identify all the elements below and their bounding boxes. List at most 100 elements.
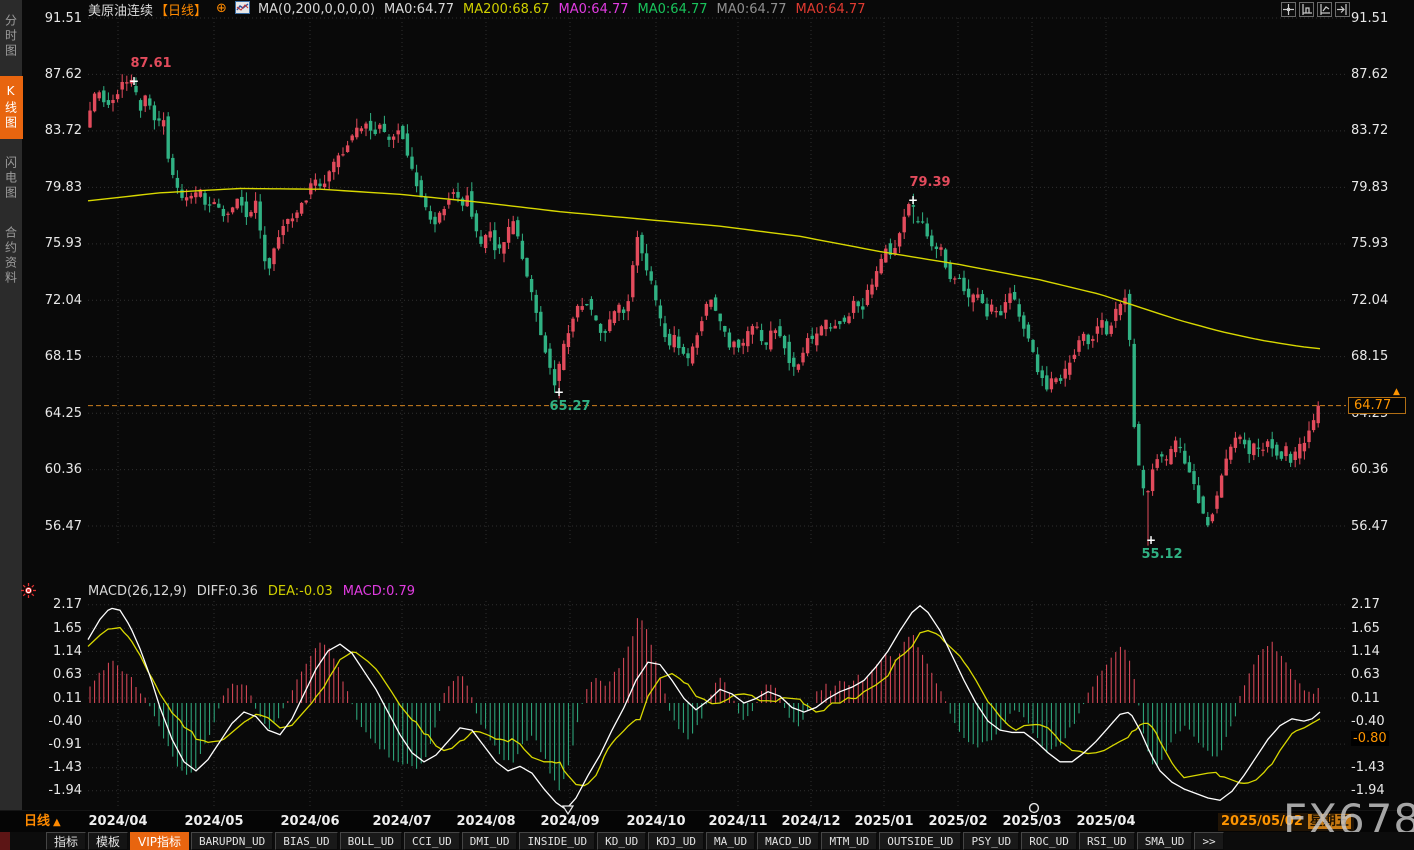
axis-tick: 72.04 [1351,293,1388,308]
sidebar-item-kline-chart[interactable]: K线图 [0,76,23,139]
macd-current-value-chip: -0.80 [1351,731,1389,746]
month-label: 2024/11 [706,811,770,833]
toolbar-tab-0[interactable]: 指标 [46,832,86,850]
axis-tick: 56.47 [1351,519,1388,534]
toolbar-tab-1[interactable]: 模板 [88,832,128,850]
month-label: 2024/05 [182,811,246,833]
sidebar-item-contract-info[interactable]: 合约资料 [0,218,23,294]
timeline[interactable]: 日线▲ 2024/04 2024/05 2024/06 2024/07 2024/08 2… [0,810,1414,832]
sidebar: 分时图 K线图闪电图合约资料 [0,0,22,810]
macd-header-seg-2: DEA:-0.03 [268,584,333,599]
price-annotation: 55.12 [1130,547,1194,562]
indicator-button-kd_ud[interactable]: KD_UD [597,832,646,850]
indicator-button-macd_ud[interactable]: MACD_UD [757,832,819,850]
axis-tick: 0.11 [1351,691,1380,706]
chart-canvas[interactable] [0,0,1414,850]
macd-header-seg-0: MACD(26,12,9) [88,584,187,599]
toolbar-tab-2[interactable]: VIP指标 [130,832,189,850]
extreme-cross-marker: + [129,76,139,86]
add-indicator-icon[interactable]: ⊕ [216,2,227,16]
toolbar-accent [0,832,10,850]
indicator-button-barupdn_ud[interactable]: BARUPDN_UD [191,832,273,850]
month-label: 2024/06 [278,811,342,833]
toolbar-more-button[interactable]: >> [1194,832,1223,850]
price-annotation: 87.61 [119,56,183,71]
indicator-button-roc_ud[interactable]: ROC_UD [1021,832,1077,850]
indicator-button-rsi_ud[interactable]: RSI_UD [1079,832,1135,850]
axis-tick: 0.63 [30,667,82,682]
month-label: 2024/08 [454,811,518,833]
indicator-button-boll_ud[interactable]: BOLL_UD [340,832,402,850]
month-label: 2024/04 [86,811,150,833]
axis-tick: 64.25 [30,406,82,421]
indicator-button-inside_ud[interactable]: INSIDE_UD [519,832,595,850]
indicator-alert-icon[interactable] [21,583,36,602]
axis-tick: 2.17 [30,597,82,612]
axis-tick: 87.62 [30,67,82,82]
axis-tick: -1.43 [1351,760,1385,775]
jump-to-latest-icon[interactable] [1335,2,1350,17]
axis-tick: 60.36 [1351,462,1388,477]
month-label: 2024/12 [779,811,843,833]
sidebar-item-flash-chart[interactable]: 闪电图 [0,148,23,209]
sidebar-item-time-chart[interactable]: 分时图 [0,6,23,67]
extreme-cross-marker: + [908,195,918,205]
indicator-button-dmi_ud[interactable]: DMI_UD [462,832,518,850]
axis-tick: -0.91 [30,737,82,752]
indicator-button-outside_ud[interactable]: OUTSIDE_UD [879,832,961,850]
symbol-title: 美原油连续 [88,4,153,19]
axis-tick: 1.14 [1351,644,1380,659]
axis-tick: -1.43 [30,760,82,775]
axis-tick: 75.93 [30,236,82,251]
y-axis-scale-icon[interactable] [1299,2,1314,17]
axis-tick: 1.14 [30,644,82,659]
ma-value-2: MA200:68.67 [463,2,550,17]
axis-tick: 83.72 [1351,123,1388,138]
axis-tick: 56.47 [30,519,82,534]
extreme-cross-marker: + [554,387,564,397]
month-label: 2024/10 [624,811,688,833]
axis-tick: 68.15 [1351,349,1388,364]
chart-tools [1281,2,1350,17]
current-price-badge: 64.77 [1348,397,1406,414]
macd-header: MACD(26,12,9) DIFF:0.36 DEA:-0.03 MACD:0.79 [88,584,425,599]
indicator-button-ma_ud[interactable]: MA_UD [706,832,755,850]
ma-value-6: MA0:64.77 [796,2,866,17]
price-annotation: 79.39 [898,175,962,190]
month-label: 2025/01 [852,811,916,833]
indicator-button-kdj_ud[interactable]: KDJ_UD [648,832,704,850]
axis-tick: 68.15 [30,349,82,364]
month-label: 2024/07 [370,811,434,833]
axis-tick: 79.83 [30,180,82,195]
chart-settings-icon[interactable] [235,1,250,18]
period-label[interactable]: 日线▲ [24,811,61,834]
axis-tick: 75.93 [1351,236,1388,251]
indicator-button-psy_ud[interactable]: PSY_UD [963,832,1019,850]
axis-tick: -1.94 [30,783,82,798]
axis-tick: 87.62 [1351,67,1388,82]
indicator-button-cci_ud[interactable]: CCI_UD [404,832,460,850]
period-tag: 【日线】 [155,4,207,19]
axis-tick: 2.17 [1351,597,1380,612]
x-axis-scale-icon[interactable] [1317,2,1332,17]
extreme-cross-marker: + [1146,535,1156,545]
macd-header-seg-3: MACD:0.79 [343,584,415,599]
macd-header-seg-1: DIFF:0.36 [197,584,258,599]
ma-value-4: MA0:64.77 [638,2,708,17]
axis-tick: 91.51 [30,11,82,26]
ma-value-3: MA0:64.77 [559,2,629,17]
month-label: 2025/02 [926,811,990,833]
axis-tick: 1.65 [1351,621,1380,636]
indicator-button-mtm_ud[interactable]: MTM_UD [821,832,877,850]
axis-tick: 83.72 [30,123,82,138]
axis-tick: 1.65 [30,621,82,636]
axis-tick: -0.40 [1351,714,1385,729]
axis-tick: 79.83 [1351,180,1388,195]
axis-tick: 60.36 [30,462,82,477]
indicator-toolbar: 指标模板VIP指标BARUPDN_UDBIAS_UDBOLL_UDCCI_UDD… [0,832,1414,850]
price-annotation: 65.27 [538,399,602,414]
indicator-button-bias_ud[interactable]: BIAS_UD [275,832,337,850]
pan-icon[interactable] [1281,2,1296,17]
timeline-marker-pin-icon [562,800,574,819]
indicator-button-sma_ud[interactable]: SMA_UD [1137,832,1193,850]
